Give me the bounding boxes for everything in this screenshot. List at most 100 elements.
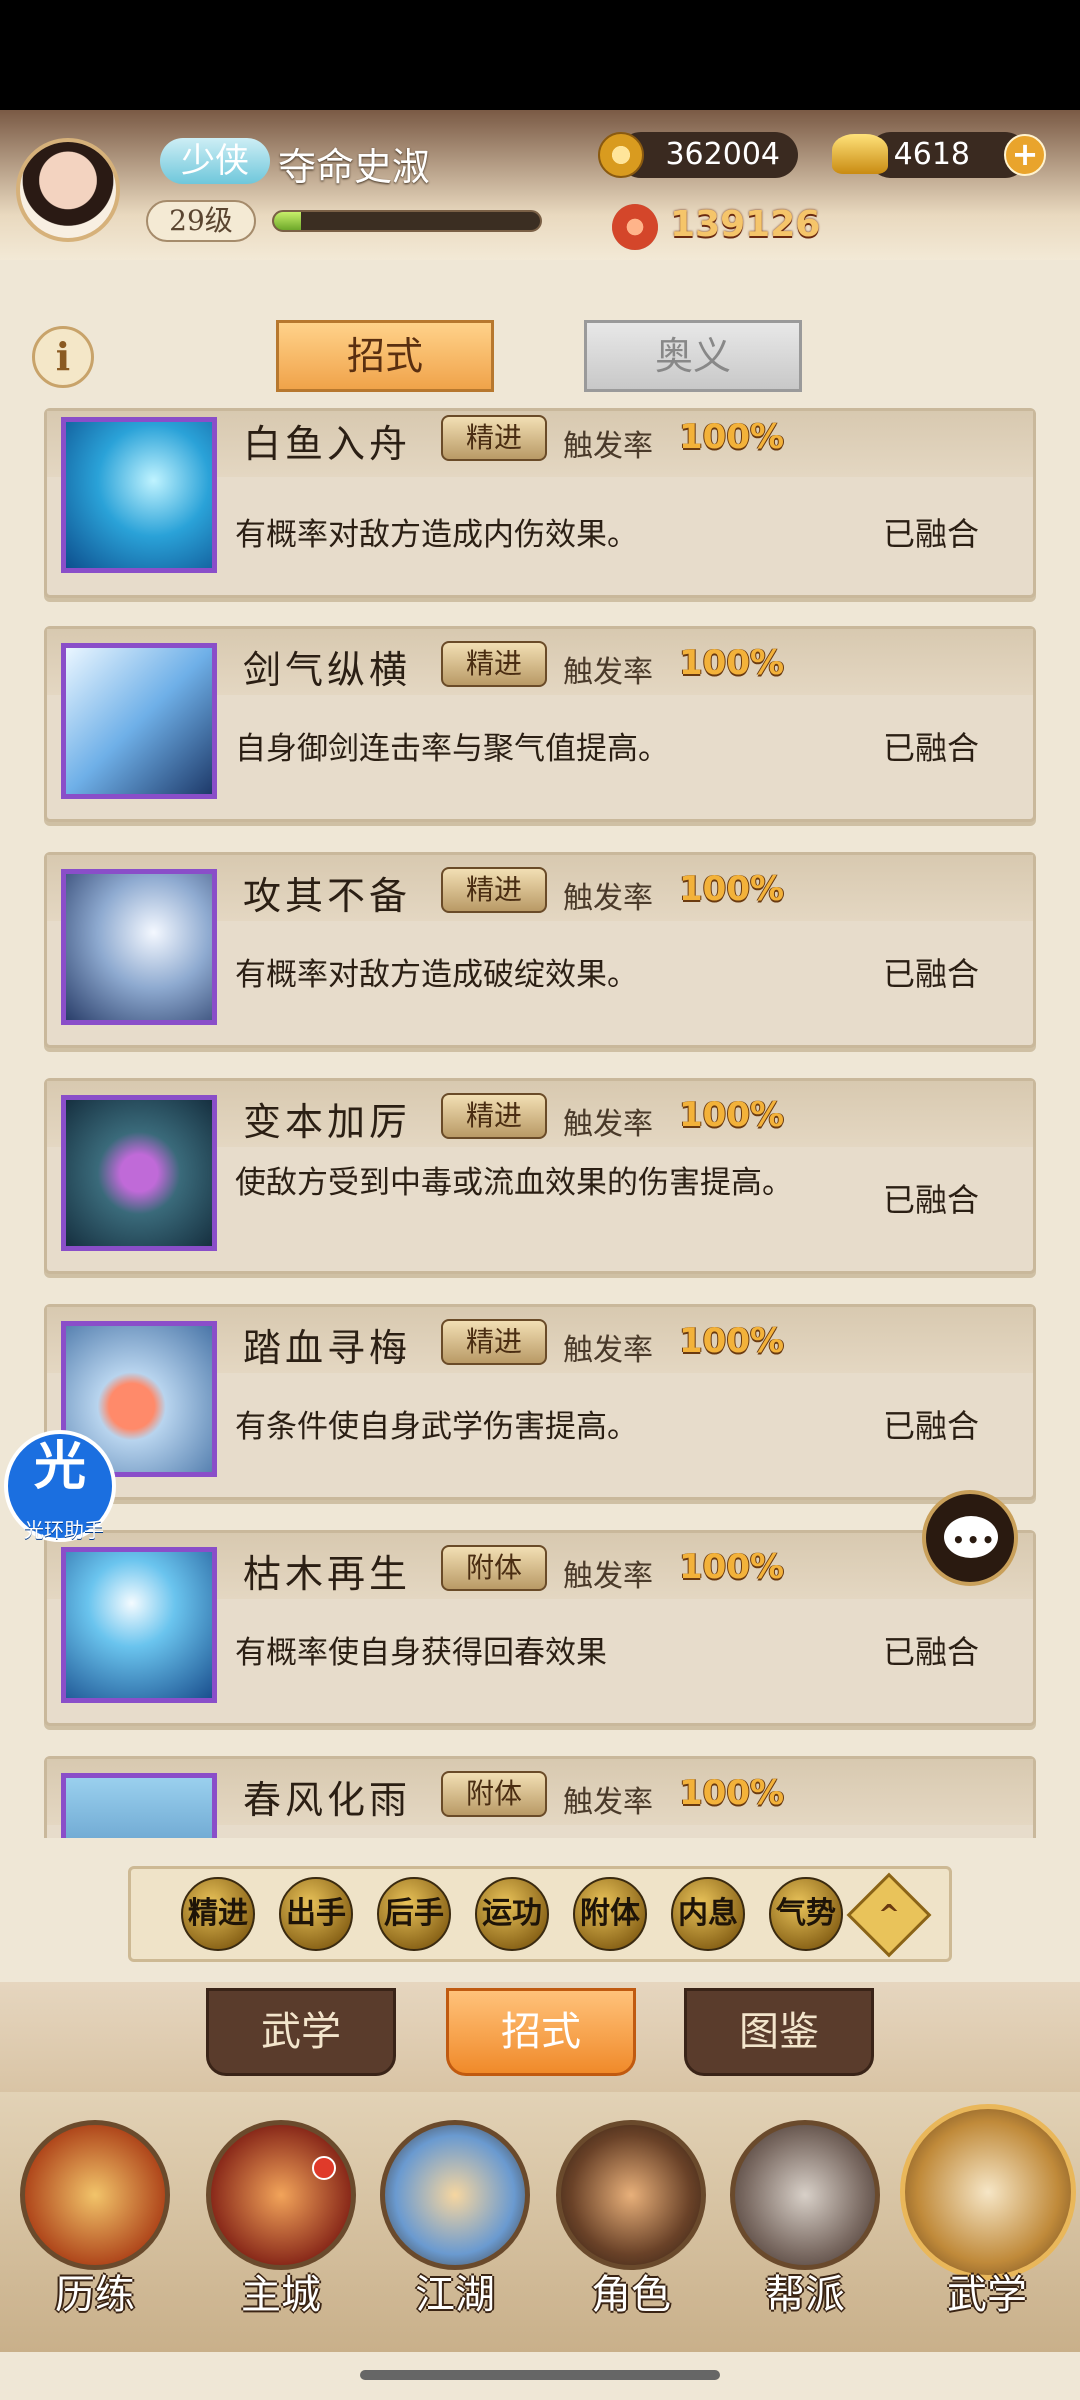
surprise-attack-skill-icon (61, 869, 217, 1025)
sword-energy-skill-icon (61, 643, 217, 799)
info-button[interactable]: i (32, 326, 94, 388)
fused-status: 已融合 (883, 955, 980, 993)
filter-refine[interactable]: 精进 (181, 1877, 255, 1951)
trigger-rate-label: 触发率 (563, 1333, 653, 1368)
filter-counter[interactable]: 后手 (377, 1877, 451, 1951)
exp-bar (272, 210, 542, 232)
combat-power-value: 139126 (670, 204, 821, 245)
nav-martial-arts-label[interactable]: 武学 (912, 2262, 1062, 2320)
skill-tag: 精进 (441, 415, 547, 461)
skill-tag: 精进 (441, 1319, 547, 1365)
trigger-rate-value: 100% (679, 1547, 785, 1587)
skill-name: 剑气纵横 (243, 648, 412, 692)
player-avatar[interactable] (16, 138, 120, 242)
nav-character-icon[interactable] (556, 2120, 706, 2270)
skill-card[interactable]: 白鱼入舟 精进 触发率 100% 有概率对敌方造成内伤效果。 已融合 (44, 408, 1036, 598)
nav-character-label[interactable]: 角色 (556, 2262, 706, 2320)
level-badge: 29级 (146, 200, 256, 242)
filter-first-strike[interactable]: 出手 (279, 1877, 353, 1951)
poison-flower-skill-icon (61, 1095, 217, 1251)
skill-card[interactable]: 踏血寻梅 精进 触发率 100% 有条件使自身武学伤害提高。 已融合 (44, 1304, 1036, 1500)
chat-dots-icon: ••• (952, 1528, 997, 1552)
fused-status: 已融合 (883, 1181, 980, 1219)
tab-moves[interactable]: 招式 (276, 320, 494, 392)
nav-training-icon[interactable] (20, 2120, 170, 2270)
skill-card[interactable]: 春风化雨 附体 触发率 100% (44, 1756, 1036, 1838)
nav-jianghu-icon[interactable] (380, 2120, 530, 2270)
player-name: 夺命史淑 (278, 145, 431, 189)
trigger-rate-value: 100% (679, 869, 785, 909)
skill-name: 攻其不备 (243, 874, 412, 918)
assistant-label: 光环助手 (24, 1518, 104, 1542)
filter-momentum[interactable]: 气势 (769, 1877, 843, 1951)
skill-name: 白鱼入舟 (243, 422, 412, 466)
trigger-rate-label: 触发率 (563, 1107, 653, 1142)
filter-inner-breath[interactable]: 内息 (671, 1877, 745, 1951)
nav-guild-label[interactable]: 帮派 (730, 2262, 880, 2320)
assistant-glyph: 光 (33, 1437, 86, 1497)
chat-button[interactable]: ••• (922, 1490, 1018, 1586)
skill-description: 有条件使自身武学伤害提高。 (235, 1409, 638, 1445)
rank-tag: 少侠 (160, 138, 270, 184)
spring-rain-skill-icon (61, 1773, 217, 1838)
nav-guild-icon[interactable] (730, 2120, 880, 2270)
assistant-floating-button[interactable]: 光 光环助手 (4, 1430, 116, 1542)
collapse-filter-button[interactable]: ^ (846, 1872, 932, 1958)
skill-tag: 附体 (441, 1771, 547, 1817)
skill-description: 有概率对敌方造成内伤效果。 (235, 517, 638, 553)
skill-description: 自身御剑连击率与聚气值提高。 (235, 731, 669, 767)
skill-card[interactable]: 剑气纵横 精进 触发率 100% 自身御剑连击率与聚气值提高。 已融合 (44, 626, 1036, 822)
skill-description: 使敌方受到中毒或流血效果的伤害提高。 (235, 1165, 793, 1201)
combat-power-icon (612, 204, 658, 250)
trigger-rate-value: 100% (679, 643, 785, 683)
exp-bar-fill (274, 212, 301, 230)
nav-martial-arts-icon[interactable] (900, 2104, 1076, 2280)
subtab-codex[interactable]: 图鉴 (684, 1988, 874, 2076)
skill-card[interactable]: 变本加厉 精进 触发率 100% 使敌方受到中毒或流血效果的伤害提高。 已融合 (44, 1078, 1036, 1274)
skill-type-filter-bar: 精进 出手 后手 运功 附体 内息 气势 ^ (128, 1866, 952, 1962)
filter-possession[interactable]: 附体 (573, 1877, 647, 1951)
skill-card[interactable]: 攻其不备 精进 触发率 100% 有概率对敌方造成破绽效果。 已融合 (44, 852, 1036, 1048)
skill-name: 枯木再生 (243, 1552, 412, 1596)
nav-training-label[interactable]: 历练 (20, 2262, 170, 2320)
nav-city-icon[interactable] (206, 2120, 356, 2270)
copper-coin-icon (598, 132, 644, 178)
skill-tag: 精进 (441, 1093, 547, 1139)
skill-description: 有概率对敌方造成破绽效果。 (235, 957, 638, 993)
skill-card[interactable]: 枯木再生 附体 触发率 100% 有概率使自身获得回春效果 已融合 (44, 1530, 1036, 1726)
fused-status: 已融合 (883, 515, 980, 553)
trigger-rate-label: 触发率 (563, 881, 653, 916)
skill-list[interactable]: 白鱼入舟 精进 触发率 100% 有概率对敌方造成内伤效果。 已融合 剑气纵横 … (44, 408, 1036, 1838)
withered-tree-skill-icon (61, 1547, 217, 1703)
white-fish-skill-icon (61, 417, 217, 573)
skill-name: 踏血寻梅 (243, 1326, 412, 1370)
trigger-rate-label: 触发率 (563, 655, 653, 690)
subtab-moves[interactable]: 招式 (446, 1988, 636, 2076)
skill-description: 有概率使自身获得回春效果 (235, 1635, 607, 1671)
fused-status: 已融合 (883, 1633, 980, 1671)
skill-tag: 精进 (441, 641, 547, 687)
gold-ingot-icon (832, 134, 888, 174)
tab-mysteries[interactable]: 奥义 (584, 320, 802, 392)
trigger-rate-label: 触发率 (563, 429, 653, 464)
skill-name: 春风化雨 (243, 1778, 412, 1822)
trigger-rate-value: 100% (679, 1321, 785, 1361)
trigger-rate-label: 触发率 (563, 1559, 653, 1594)
trigger-rate-value: 100% (679, 1773, 785, 1813)
add-currency-button[interactable]: + (1004, 134, 1046, 176)
nav-city-label[interactable]: 主城 (206, 2262, 356, 2320)
chevron-up-icon: ^ (878, 1900, 900, 1930)
skill-name: 变本加厉 (243, 1100, 412, 1144)
filter-channel[interactable]: 运功 (475, 1877, 549, 1951)
subtab-martial-arts[interactable]: 武学 (206, 1988, 396, 2076)
trigger-rate-label: 触发率 (563, 1785, 653, 1820)
fused-status: 已融合 (883, 1407, 980, 1445)
home-indicator[interactable] (360, 2370, 720, 2380)
nav-jianghu-label[interactable]: 江湖 (380, 2262, 530, 2320)
trigger-rate-value: 100% (679, 417, 785, 457)
coin-counter: 362004 (618, 132, 798, 178)
notification-dot (312, 2156, 336, 2180)
trigger-rate-value: 100% (679, 1095, 785, 1135)
skill-tag: 精进 (441, 867, 547, 913)
skill-tag: 附体 (441, 1545, 547, 1591)
